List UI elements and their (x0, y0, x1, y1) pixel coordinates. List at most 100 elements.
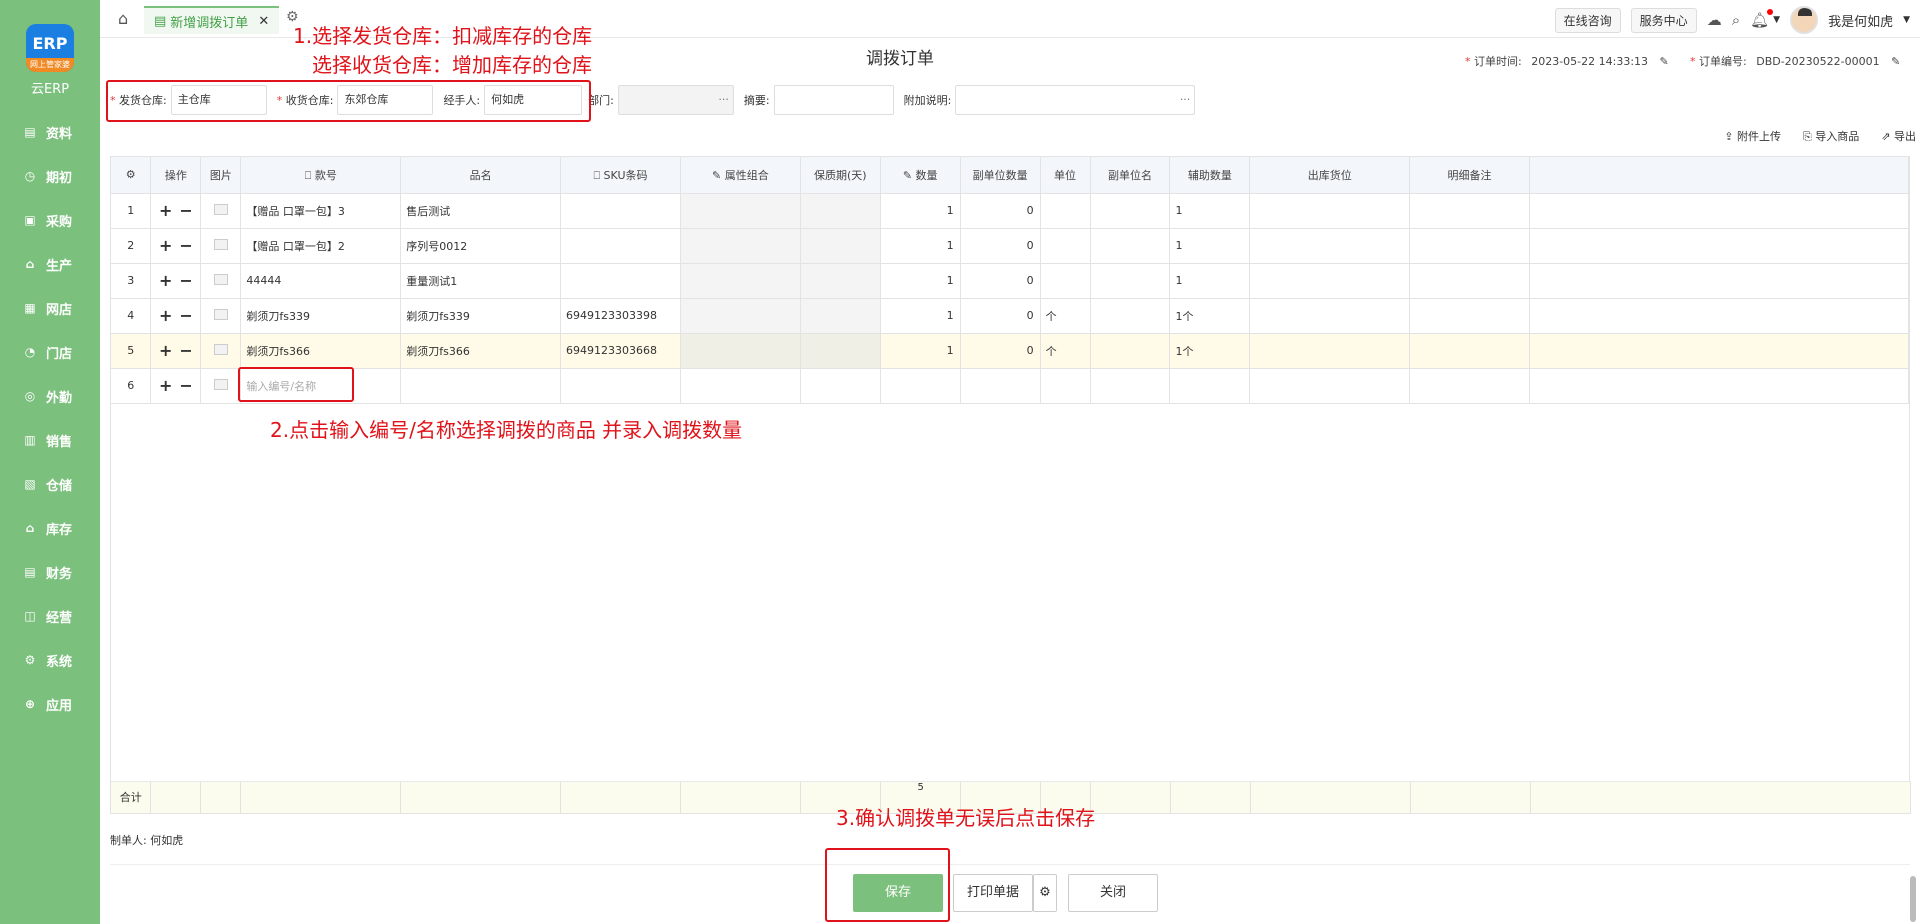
cell-remark[interactable] (1409, 333, 1530, 369)
print-settings-icon[interactable]: ⚙ (1033, 874, 1057, 912)
print-button[interactable]: 打印单据 (953, 874, 1033, 912)
cell-location[interactable] (1249, 228, 1411, 264)
empty-cell[interactable] (1040, 368, 1091, 404)
cell-location[interactable] (1249, 333, 1411, 369)
user-name[interactable]: 我是何如虎 (1828, 11, 1893, 30)
cell-attributes[interactable] (680, 298, 801, 334)
sidebar-item-4[interactable]: ▦ 网店 (0, 290, 100, 326)
upload-attachment-button[interactable]: ⇪ 附件上传 (1724, 128, 1781, 144)
cell-name[interactable]: 剃须刀fs339 (400, 298, 561, 334)
cell-name[interactable]: 剃须刀fs366 (400, 333, 561, 369)
cell-quantity[interactable]: 1 (880, 263, 961, 299)
sidebar-item-9[interactable]: ⌂ 库存 (0, 510, 100, 546)
sidebar-item-7[interactable]: ▥ 销售 (0, 422, 100, 458)
cell-code[interactable]: 剃须刀fs339 (240, 298, 402, 334)
cell-unit[interactable]: 个 (1040, 298, 1091, 334)
row-actions[interactable]: + − (150, 228, 202, 264)
row-actions[interactable]: + − (150, 263, 202, 299)
add-row-icon[interactable]: + (159, 271, 172, 290)
bell-icon[interactable]: 🔔︎ (1750, 9, 1774, 29)
cell-unit[interactable] (1040, 228, 1091, 264)
sidebar-item-2[interactable]: ▣ 采购 (0, 202, 100, 238)
cell-sub-quantity[interactable]: 0 (960, 193, 1041, 229)
empty-cell[interactable] (880, 368, 961, 404)
remove-row-icon[interactable]: − (179, 306, 192, 325)
chevron-down-icon[interactable]: ▼ (1773, 15, 1780, 25)
cell-unit[interactable]: 个 (1040, 333, 1091, 369)
remove-row-icon[interactable]: − (179, 201, 192, 220)
sidebar-item-6[interactable]: ◎ 外勤 (0, 378, 100, 414)
add-row-icon[interactable]: + (159, 236, 172, 255)
empty-cell[interactable] (1169, 368, 1251, 404)
cell-aux-quantity[interactable]: 1个 (1169, 298, 1251, 334)
cell-sku[interactable] (560, 193, 681, 229)
cell-aux-quantity[interactable]: 1 (1169, 193, 1251, 229)
cell-remark[interactable] (1409, 263, 1530, 299)
edit-icon[interactable]: ✎ (1891, 55, 1900, 68)
add-row-icon[interactable]: + (159, 201, 172, 220)
empty-cell[interactable] (560, 368, 681, 404)
add-row-icon[interactable]: + (159, 376, 172, 395)
cell-code[interactable]: 44444 (240, 263, 402, 299)
empty-cell[interactable] (1249, 368, 1411, 404)
sidebar-item-11[interactable]: ◫ 经营 (0, 598, 100, 634)
cell-sub-quantity[interactable]: 0 (960, 298, 1041, 334)
row-actions[interactable]: + − (150, 298, 202, 334)
cell-aux-quantity[interactable]: 1 (1169, 228, 1251, 264)
cell-aux-quantity[interactable]: 1 (1169, 263, 1251, 299)
search-icon[interactable]: ⌕ (1732, 11, 1740, 29)
cell-sku[interactable] (560, 263, 681, 299)
remove-row-icon[interactable]: − (179, 271, 192, 290)
cell-attributes[interactable] (680, 228, 801, 264)
cell-unit[interactable] (1040, 263, 1091, 299)
cell-unit[interactable] (1040, 193, 1091, 229)
export-button[interactable]: ⇗ 导出 (1881, 128, 1916, 144)
sidebar-item-0[interactable]: ▤ 资料 (0, 114, 100, 150)
remove-row-icon[interactable]: − (179, 236, 192, 255)
remove-row-icon[interactable]: − (179, 341, 192, 360)
cell-location[interactable] (1249, 298, 1411, 334)
empty-cell[interactable] (1529, 368, 1910, 404)
cell-code[interactable]: 【赠品 口罩一包】3 (240, 193, 402, 229)
cell-location[interactable] (1249, 193, 1411, 229)
row-actions[interactable]: + − (150, 333, 202, 369)
summary-field[interactable] (773, 85, 894, 115)
sidebar-item-3[interactable]: ⌂ 生产 (0, 246, 100, 282)
cell-remark[interactable] (1409, 228, 1530, 264)
cell-sub-unit[interactable] (1090, 193, 1171, 229)
department-field[interactable]: ··· (617, 85, 734, 115)
empty-cell[interactable] (400, 368, 561, 404)
service-center-button[interactable]: 服务中心 (1630, 7, 1697, 33)
cell-sku[interactable] (560, 228, 681, 264)
more-icon[interactable]: ··· (718, 86, 729, 114)
online-consult-button[interactable]: 在线咨询 (1554, 7, 1621, 33)
sidebar-item-8[interactable]: ▧ 仓储 (0, 466, 100, 502)
cell-sub-quantity[interactable]: 0 (960, 333, 1041, 369)
cell-sku[interactable]: 6949123303668 (560, 333, 681, 369)
cell-remark[interactable] (1409, 193, 1530, 229)
cell-attributes[interactable] (680, 333, 801, 369)
cell-quantity[interactable]: 1 (880, 193, 961, 229)
empty-cell[interactable] (960, 368, 1041, 404)
cell-sub-unit[interactable] (1090, 333, 1171, 369)
cell-location[interactable] (1249, 263, 1411, 299)
cell-quantity[interactable]: 1 (880, 228, 961, 264)
import-goods-button[interactable]: ⎘ 导入商品 (1803, 128, 1859, 144)
cell-code[interactable]: 【赠品 口罩一包】2 (240, 228, 402, 264)
add-row-icon[interactable]: + (159, 306, 172, 325)
empty-cell[interactable] (1090, 368, 1171, 404)
column-settings-icon[interactable]: ⚙ (111, 157, 152, 194)
row-actions[interactable]: + − (150, 193, 202, 229)
cell-name[interactable]: 售后测试 (400, 193, 561, 229)
cell-sub-unit[interactable] (1090, 298, 1171, 334)
cell-attributes[interactable] (680, 193, 801, 229)
empty-cell[interactable] (1409, 368, 1530, 404)
cell-attributes[interactable] (680, 263, 801, 299)
sidebar-item-5[interactable]: ◔ 门店 (0, 334, 100, 370)
cell-sub-unit[interactable] (1090, 263, 1171, 299)
empty-cell[interactable] (680, 368, 801, 404)
avatar[interactable] (1790, 6, 1819, 34)
cell-remark[interactable] (1409, 298, 1530, 334)
tab-new-transfer-order[interactable]: ▤ 新增调拨订单 ✕ (144, 6, 280, 34)
empty-cell[interactable] (800, 368, 881, 404)
